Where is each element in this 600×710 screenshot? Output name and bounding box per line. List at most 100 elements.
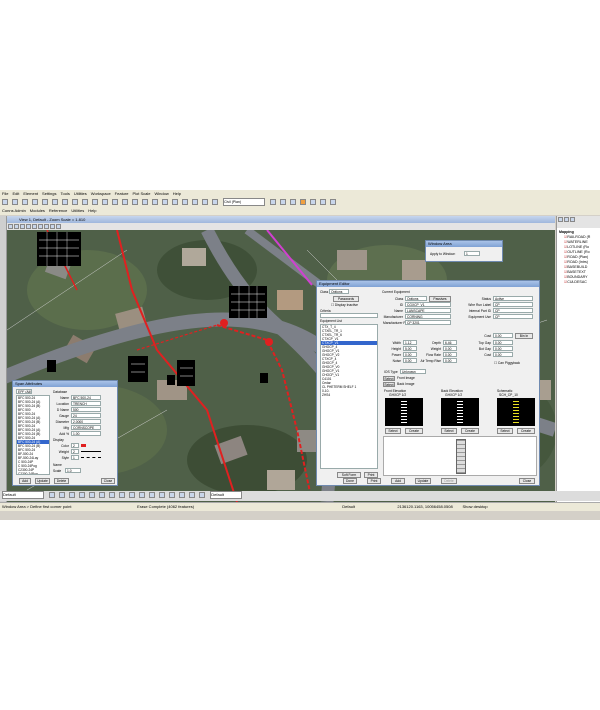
dim-input[interactable]: 5.00 bbox=[403, 346, 417, 351]
span-close-button[interactable]: Close bbox=[101, 478, 115, 484]
bottom-tool-13-icon[interactable] bbox=[169, 491, 176, 498]
menu-plot-scale[interactable]: Plot Scale bbox=[132, 190, 150, 198]
fit-icon[interactable] bbox=[330, 199, 337, 205]
dim-input[interactable]: 0.00 bbox=[493, 340, 513, 345]
span-weight-input[interactable]: 2 bbox=[71, 449, 79, 454]
schematic-select-button[interactable]: Select bbox=[497, 428, 513, 434]
view-zoom-in-icon[interactable] bbox=[13, 224, 19, 229]
zoom-icon[interactable] bbox=[310, 199, 317, 205]
lock-icon[interactable] bbox=[202, 199, 208, 205]
schematic-create-button[interactable]: Create bbox=[517, 428, 535, 434]
level-select[interactable]: Civil (Plan) bbox=[223, 198, 266, 206]
reference-icon[interactable] bbox=[152, 199, 158, 205]
field-input[interactable]: CP bbox=[493, 314, 533, 319]
field-input[interactable]: CGXCP_V1 bbox=[405, 302, 451, 307]
menu-feature[interactable]: Feature bbox=[115, 190, 129, 198]
paste-icon[interactable] bbox=[62, 199, 68, 205]
menu-tools[interactable]: Tools bbox=[61, 190, 70, 198]
front-create-button[interactable]: Create bbox=[405, 428, 423, 434]
equipment-list[interactable]: CTX_T_4 CTXEL_TR_1 CTXEL_TR_6 CTXCP_V1 CTXCP… bbox=[320, 324, 378, 469]
span-list[interactable]: BFC 500-24 BFC 500-24 (A) BFC 500-24 (B) BF… bbox=[16, 395, 50, 475]
view-pan-icon[interactable] bbox=[43, 224, 49, 229]
criteria-input[interactable] bbox=[320, 313, 378, 318]
cost-input[interactable]: 0.00 bbox=[493, 333, 513, 338]
display-inactive-checkbox[interactable]: ☐ Display Inactive bbox=[331, 303, 358, 307]
weight-icon[interactable] bbox=[112, 199, 118, 205]
dim-input[interactable]: 1.12 bbox=[403, 340, 417, 345]
bottom-tool-16-icon[interactable] bbox=[199, 491, 206, 498]
panel-settings-icon[interactable] bbox=[569, 217, 575, 222]
dim-input[interactable]: 0.00 bbox=[493, 352, 513, 357]
span-style-input[interactable]: 1 bbox=[71, 455, 79, 460]
span-name-input[interactable]: BFC 500-24 bbox=[71, 395, 101, 400]
field-input[interactable]: CORNING bbox=[405, 314, 451, 319]
bottom-tool-5-icon[interactable] bbox=[89, 491, 96, 498]
select-front-image-button[interactable]: Select bbox=[383, 376, 395, 381]
delete-equipment-button[interactable]: Delete bbox=[441, 478, 457, 484]
redo-icon[interactable] bbox=[82, 199, 88, 205]
bottom-tool-2-icon[interactable] bbox=[59, 491, 66, 498]
level-icon[interactable] bbox=[92, 199, 98, 205]
bottom-tool-8-icon[interactable] bbox=[119, 491, 126, 498]
dim-input[interactable]: 0.00 bbox=[443, 358, 457, 363]
secondary-menu-utilities[interactable]: Utilities bbox=[71, 207, 84, 215]
pan-icon[interactable] bbox=[320, 199, 327, 205]
list-item[interactable]: C2300-24Pog bbox=[17, 472, 49, 474]
view-rotate-icon[interactable] bbox=[37, 224, 43, 229]
ios-type-select[interactable]: Unknown bbox=[400, 369, 426, 374]
highlight-icon[interactable] bbox=[300, 199, 307, 205]
field-input[interactable]: CP 3201 bbox=[405, 320, 451, 325]
done-button[interactable]: Done bbox=[343, 478, 357, 484]
snap-icon[interactable] bbox=[192, 199, 198, 205]
select-arrow-icon[interactable] bbox=[270, 199, 277, 205]
span-color-input[interactable]: 2 bbox=[71, 443, 79, 448]
new-file-icon[interactable] bbox=[2, 199, 8, 205]
dim-input[interactable]: 0.00 bbox=[443, 346, 457, 351]
menu-element[interactable]: Element bbox=[23, 190, 38, 198]
cell-icon[interactable] bbox=[212, 199, 218, 205]
print-icon[interactable] bbox=[32, 199, 38, 205]
save-icon[interactable] bbox=[22, 199, 28, 205]
bottom-tool-4-icon[interactable] bbox=[79, 491, 86, 498]
select-back-image-button[interactable]: Select bbox=[383, 382, 395, 387]
bottom-tool-15-icon[interactable] bbox=[189, 491, 196, 498]
layer-item[interactable]: ☑CULDESAC bbox=[559, 280, 600, 285]
span-mfg-input[interactable]: CORNSCOPE bbox=[71, 425, 101, 430]
span-add-input[interactable]: 1.00 bbox=[71, 431, 101, 436]
span-diameter-input[interactable]: 2.0000 bbox=[71, 419, 101, 424]
style-icon[interactable] bbox=[122, 199, 128, 205]
secondary-menu-conns-admin[interactable]: Conns Admin bbox=[2, 207, 26, 215]
bottom-tool-12-icon[interactable] bbox=[159, 491, 166, 498]
dim-input[interactable]: 0.00 bbox=[443, 352, 457, 357]
undo-icon[interactable] bbox=[72, 199, 78, 205]
show-desktop-button[interactable]: Show desktop bbox=[463, 503, 488, 511]
span-scale-input[interactable]: 1.0 bbox=[65, 468, 81, 473]
left-tool-strip[interactable] bbox=[0, 216, 7, 502]
menu-workspace[interactable]: Workspace bbox=[91, 190, 111, 198]
span-gauge-input[interactable]: 24 bbox=[71, 413, 101, 418]
view-window-icon[interactable] bbox=[25, 224, 31, 229]
field-input[interactable]: Active bbox=[493, 296, 533, 301]
print-button[interactable]: Print bbox=[367, 478, 381, 484]
view-next-icon[interactable] bbox=[55, 224, 61, 229]
attributes-icon[interactable] bbox=[142, 199, 148, 205]
bottom-tool-6-icon[interactable] bbox=[99, 491, 106, 498]
current-class-select[interactable]: Options bbox=[405, 296, 427, 301]
bottom-tool-1-icon[interactable] bbox=[49, 491, 56, 498]
passwords-button[interactable]: Passwords bbox=[333, 296, 359, 302]
span-location-input[interactable]: TRENCH bbox=[71, 401, 101, 406]
dim-input[interactable]: 0.00 bbox=[403, 358, 417, 363]
fence-icon[interactable] bbox=[280, 199, 287, 205]
span-delete-button[interactable]: Delete bbox=[54, 478, 69, 484]
span-add-button[interactable]: Add bbox=[19, 478, 31, 484]
menu-settings[interactable]: Settings bbox=[42, 190, 56, 198]
bin-in-button[interactable]: Bin In bbox=[515, 333, 533, 339]
dim-input[interactable]: 0.00 bbox=[493, 346, 513, 351]
view-update-icon[interactable] bbox=[7, 224, 13, 229]
measure-icon[interactable] bbox=[172, 199, 178, 205]
secondary-menu-modules[interactable]: Modules bbox=[30, 207, 45, 215]
menu-edit[interactable]: Edit bbox=[12, 190, 19, 198]
class-select[interactable]: Options bbox=[329, 289, 349, 294]
can-piggyback-checkbox[interactable]: ☐ Can Piggyback bbox=[494, 361, 520, 365]
panel-layers-icon[interactable] bbox=[563, 217, 569, 222]
